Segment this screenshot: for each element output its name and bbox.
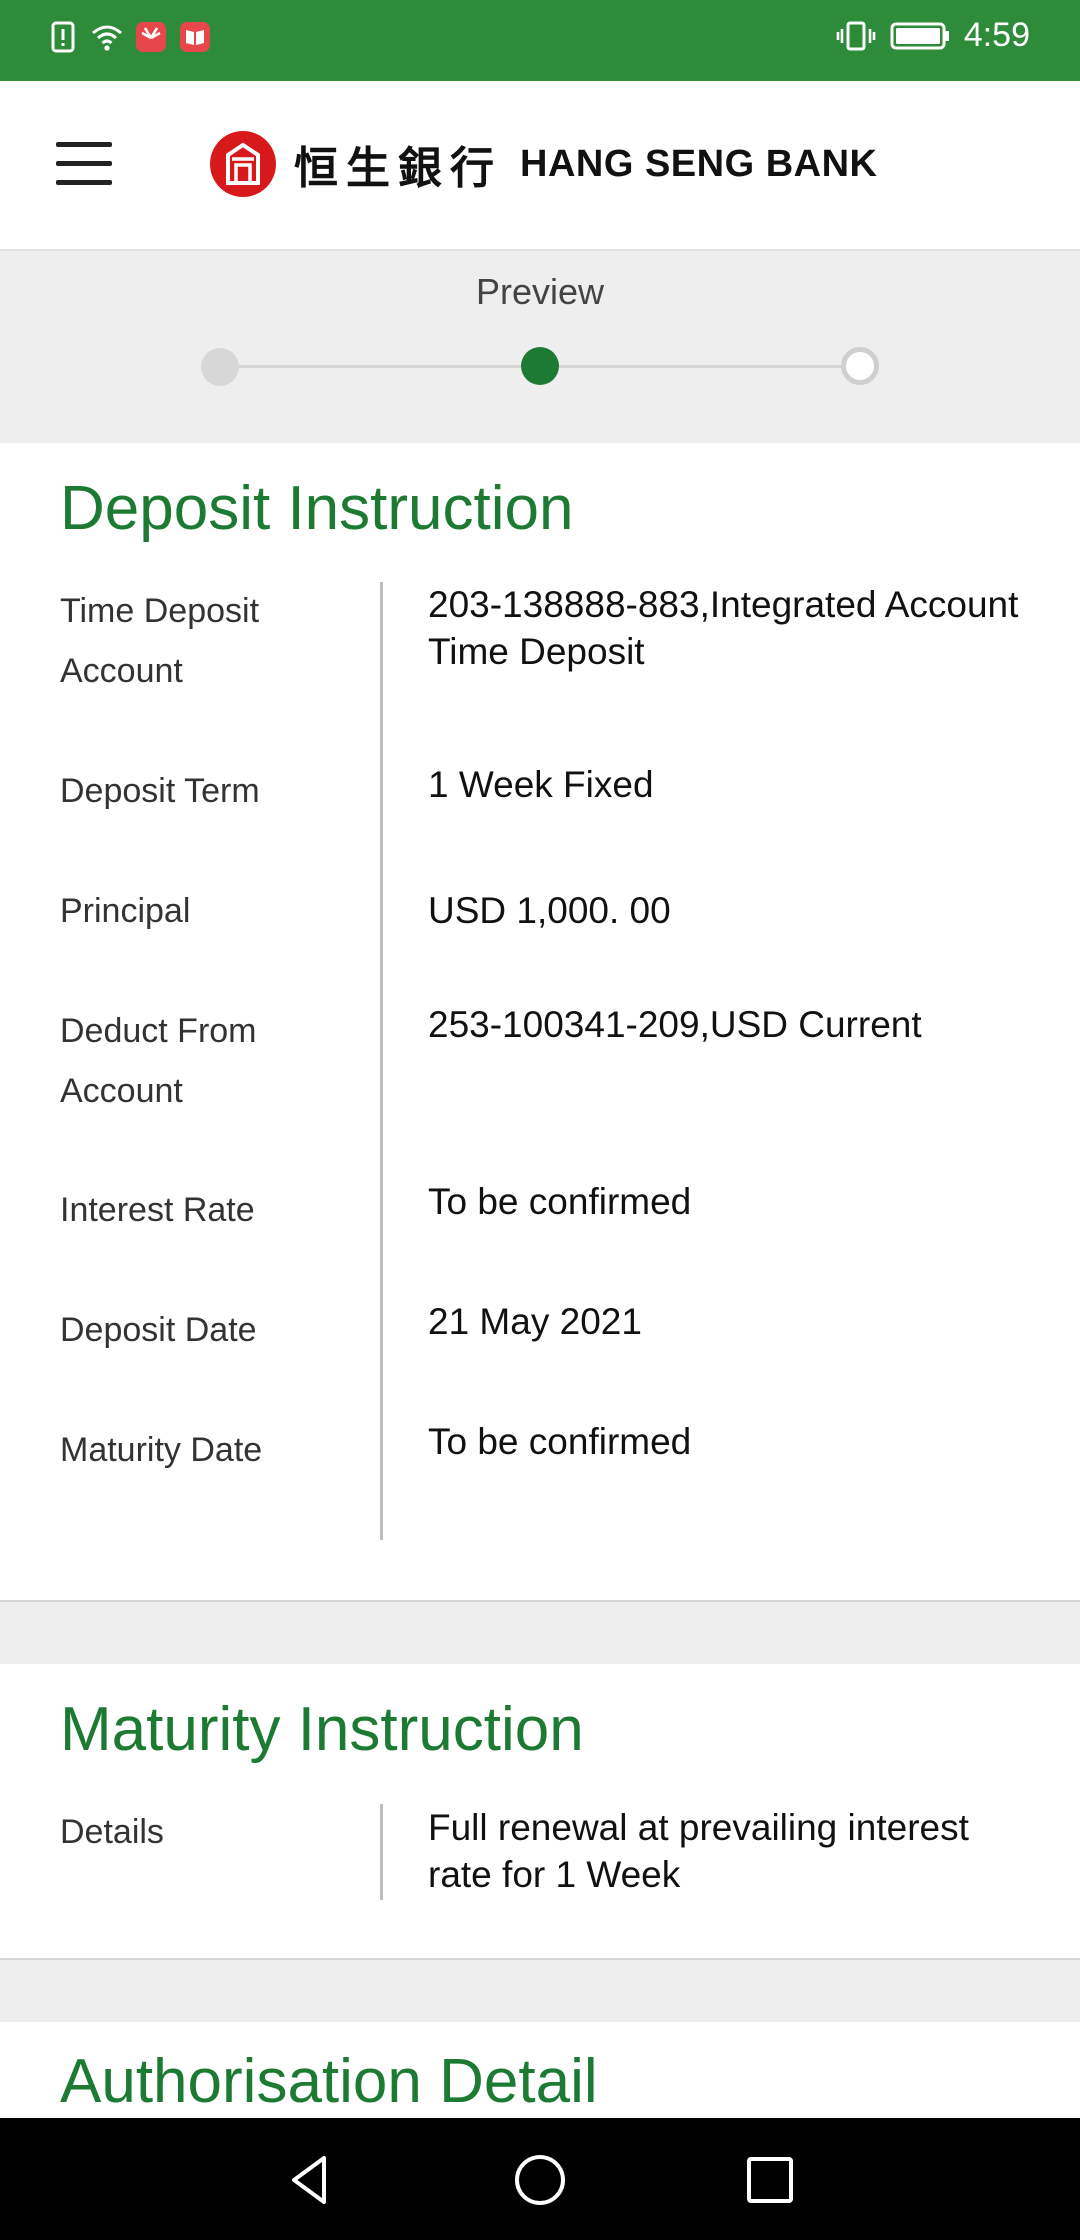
details-divider-lower [380, 1100, 383, 1540]
hang-seng-logo-icon [210, 131, 276, 197]
value-details: Full renewal at prevailing interest rate… [428, 1807, 969, 1895]
wifi-icon [92, 25, 122, 51]
deposit-instruction-title: Deposit Instruction [60, 474, 574, 543]
step-3-upcoming [841, 347, 879, 385]
deposit-instruction-continued: Interest Rate To be confirmed Deposit Da… [0, 1100, 1080, 1600]
app-header: 恒生銀行 HANG SENG BANK [0, 81, 1080, 251]
step-2-current [521, 347, 559, 385]
status-time: 4:59 [963, 16, 1030, 54]
alert-icon [51, 21, 75, 53]
value-deposit-term: 1 Week Fixed [428, 764, 654, 805]
value-deposit-date: 21 May 2021 [428, 1301, 642, 1342]
value-interest-rate: To be confirmed [428, 1181, 692, 1222]
progress-stepper: Preview [0, 251, 1080, 443]
logo-english-text: HANG SENG BANK [520, 142, 878, 185]
authorisation-detail-card: Authorisation Detail [0, 2022, 1080, 2118]
status-bar-right: 4:59 [836, 16, 1030, 55]
step-title: Preview [475, 271, 605, 312]
back-icon[interactable] [280, 2150, 340, 2210]
value-deduct-from-account: 253-100341-209,USD Current [428, 1004, 922, 1045]
value-maturity-date: To be confirmed [428, 1421, 692, 1462]
section-separator-2 [0, 1958, 1080, 2022]
label-deduct-from-account: Deduct From Account [60, 1012, 257, 1110]
label-time-deposit-account: Time Deposit Account [60, 592, 260, 690]
status-bar: 4:59 [0, 0, 1080, 81]
label-maturity-date: Maturity Date [60, 1431, 263, 1469]
value-principal: USD 1,000. 00 [428, 890, 671, 931]
recent-apps-icon[interactable] [740, 2150, 800, 2210]
authorisation-detail-title: Authorisation Detail [60, 2047, 598, 2116]
huawei-app-icon [136, 22, 166, 52]
section-separator [0, 1600, 1080, 1664]
value-time-deposit-account: 203-138888-883,Integrated Account Time D… [428, 584, 1019, 672]
details-divider [380, 582, 383, 1100]
vibrate-icon [836, 21, 876, 50]
step-1-completed [201, 348, 239, 386]
label-interest-rate: Interest Rate [60, 1191, 255, 1229]
label-deposit-term: Deposit Term [60, 772, 260, 810]
maturity-instruction-title: Maturity Instruction [60, 1695, 584, 1764]
maturity-divider [380, 1804, 383, 1900]
book-app-icon [180, 22, 210, 52]
home-icon[interactable] [510, 2150, 570, 2210]
bank-logo: 恒生銀行 HANG SENG BANK [208, 129, 877, 199]
battery-icon [890, 22, 949, 49]
label-details: Details [60, 1813, 164, 1851]
logo-chinese-text: 恒生銀行 [294, 143, 502, 194]
system-navigation-bar [0, 2118, 1080, 2240]
maturity-instruction-card: Maturity Instruction Details Full renewa… [0, 1664, 1080, 1958]
label-principal: Principal [60, 892, 191, 930]
status-bar-left-icons [46, 20, 212, 54]
menu-icon[interactable] [56, 142, 112, 186]
label-deposit-date: Deposit Date [60, 1311, 257, 1349]
